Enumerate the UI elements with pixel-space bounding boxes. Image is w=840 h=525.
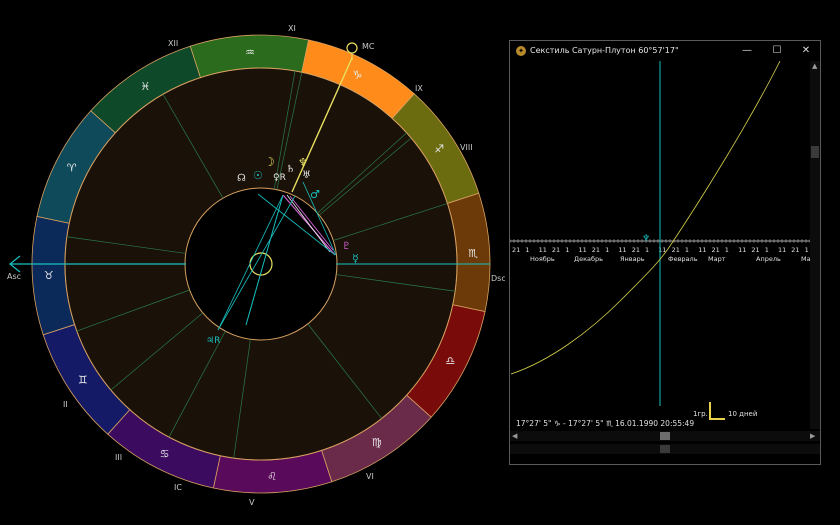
axis-tick-label: 1 xyxy=(605,246,609,254)
horizontal-scroll-thumb-1[interactable] xyxy=(660,432,670,440)
month-label: Март xyxy=(708,255,726,263)
app-icon: ✦ xyxy=(516,46,526,56)
mars-icon[interactable]: ♂ xyxy=(310,188,320,201)
zodiac-glyph-icon: ♍ xyxy=(372,436,382,449)
axis-tick-label: 11 xyxy=(618,246,626,254)
zodiac-glyph-icon: ♎ xyxy=(445,354,455,367)
horizontal-scrollbar-1[interactable]: ◀ ▶ xyxy=(510,431,820,441)
house-label-xi: XI xyxy=(288,24,296,33)
horizontal-scrollbar-2[interactable] xyxy=(510,444,820,454)
zodiac-glyph-icon: ♏ xyxy=(468,247,478,260)
axis-tick-label: 1 xyxy=(765,246,769,254)
minimize-button[interactable]: — xyxy=(732,41,762,61)
axis-tick-label: 1 xyxy=(645,246,649,254)
neptune-icon[interactable]: ♆ xyxy=(298,156,308,169)
house-label-ix: IX xyxy=(415,84,423,93)
house-label-v: V xyxy=(249,498,255,507)
axis-tick-label: 21 xyxy=(791,246,799,254)
mc-label: MC xyxy=(362,42,375,51)
axis-tick-label: 21 xyxy=(592,246,600,254)
house-label-ii: II xyxy=(63,400,68,409)
pluto-retro-icon[interactable]: ♀R xyxy=(273,173,286,183)
natal-chart[interactable]: ♒ ♑ ♐ ♏ ♎ ♍ ♌ ♋ ♊ ♉ ♈ ♓ XII XI MC IX VIII xyxy=(0,0,505,525)
dsc-label: Dsc xyxy=(491,274,505,283)
scroll-up-icon[interactable]: ▲ xyxy=(812,61,817,71)
pluto-icon[interactable]: ♇ xyxy=(342,241,351,252)
month-label: Ма xyxy=(801,255,810,263)
month-label: Ноябрь xyxy=(530,255,555,263)
month-label: Январь xyxy=(620,255,645,263)
zodiac-glyph-icon: ♉ xyxy=(44,269,54,282)
zodiac-glyph-icon: ♒ xyxy=(245,46,255,59)
horizontal-scroll-thumb-2[interactable] xyxy=(660,445,670,453)
saturn-icon[interactable]: ♄ xyxy=(286,164,295,175)
house-label-iii: III xyxy=(115,453,122,462)
uranus-icon[interactable]: ♅ xyxy=(302,170,311,181)
axis-tick-label: 1 xyxy=(565,246,569,254)
zodiac-glyph-icon: ♓ xyxy=(140,80,150,93)
ic-label: IC xyxy=(174,483,182,492)
month-label: Апрель xyxy=(756,255,781,263)
node-icon[interactable]: ☊ xyxy=(237,173,246,184)
axis-tick-label: 21 xyxy=(751,246,759,254)
cursor-marker-icon: ♆ xyxy=(642,234,650,244)
scroll-left-icon[interactable]: ◀ xyxy=(512,431,517,441)
scroll-right-icon[interactable]: ▶ xyxy=(810,431,815,441)
asc-label: Asc xyxy=(7,272,21,281)
axis-tick-label: 21 xyxy=(512,246,520,254)
scale-marker xyxy=(709,402,725,420)
axis-tick-label: 11 xyxy=(579,246,587,254)
zodiac-glyph-icon: ♈ xyxy=(67,162,77,175)
house-label-viii: VIII xyxy=(460,143,473,152)
axis-tick-label: 1 xyxy=(525,246,529,254)
zodiac-glyph-icon: ♐ xyxy=(434,142,444,155)
axis-tick-label: 21 xyxy=(552,246,560,254)
month-label: Февраль xyxy=(668,255,698,263)
mercury-icon[interactable]: ☿ xyxy=(352,252,359,265)
axis-tick-label: 21 xyxy=(632,246,640,254)
axis-tick-label: 21 xyxy=(712,246,720,254)
aspect-window[interactable]: ✦ Секстиль Сатурн-Плутон 60°57'17" — ☐ ✕… xyxy=(509,40,821,465)
zodiac-glyph-icon: ♑ xyxy=(353,69,363,82)
mc-icon xyxy=(346,42,358,54)
chart-wheel[interactable]: ♒♑♐♏♎♍♌♋♊♉♈♓ XII XI MC IX VIII Dsc VI V … xyxy=(0,0,505,525)
zodiac-glyph-icon: ♊ xyxy=(78,374,88,387)
scale-days-label: 10 дней xyxy=(728,410,758,418)
vertical-scroll-thumb[interactable] xyxy=(811,146,819,158)
zodiac-glyph-icon: ♋ xyxy=(160,447,170,460)
zodiac-glyph-icon: ♌ xyxy=(267,470,277,483)
aspect-curve xyxy=(510,61,781,375)
month-label: Декабрь xyxy=(574,255,603,263)
window-title: Секстиль Сатурн-Плутон 60°57'17" xyxy=(530,46,679,55)
jupiter-retro-icon[interactable]: ♃R xyxy=(206,336,220,346)
moon-icon[interactable]: ☽ xyxy=(264,155,275,169)
close-button[interactable]: ✕ xyxy=(791,41,821,61)
scale-degree-label: 1гр. xyxy=(693,410,708,418)
sun-icon[interactable]: ☉ xyxy=(253,169,263,182)
house-label-xii: XII xyxy=(168,39,178,48)
status-line: 17°27' 5" ♑ - 17°27' 5" ♏ 16.01.1990 20:… xyxy=(516,419,695,428)
axis-tick-label: 11 xyxy=(738,246,746,254)
axis-tick-label: 11 xyxy=(539,246,547,254)
axis-tick-label: 11 xyxy=(698,246,706,254)
house-label-vi: VI xyxy=(366,472,374,481)
aspect-graph[interactable]: 21 1 11 21 1 11 21 1 11 21 1 11 21 1 11 21 1 11 21 1 11 21 1Но… xyxy=(510,61,810,429)
axis-tick-label: 1 xyxy=(805,246,809,254)
axis-tick-label: 1 xyxy=(685,246,689,254)
axis-tick-label: 11 xyxy=(778,246,786,254)
titlebar[interactable]: ✦ Секстиль Сатурн-Плутон 60°57'17" — ☐ ✕ xyxy=(510,41,820,61)
vertical-scrollbar[interactable]: ▲ xyxy=(810,61,820,429)
maximize-button[interactable]: ☐ xyxy=(762,41,792,61)
axis-tick-label: 21 xyxy=(672,246,680,254)
axis-tick-label: 1 xyxy=(725,246,729,254)
